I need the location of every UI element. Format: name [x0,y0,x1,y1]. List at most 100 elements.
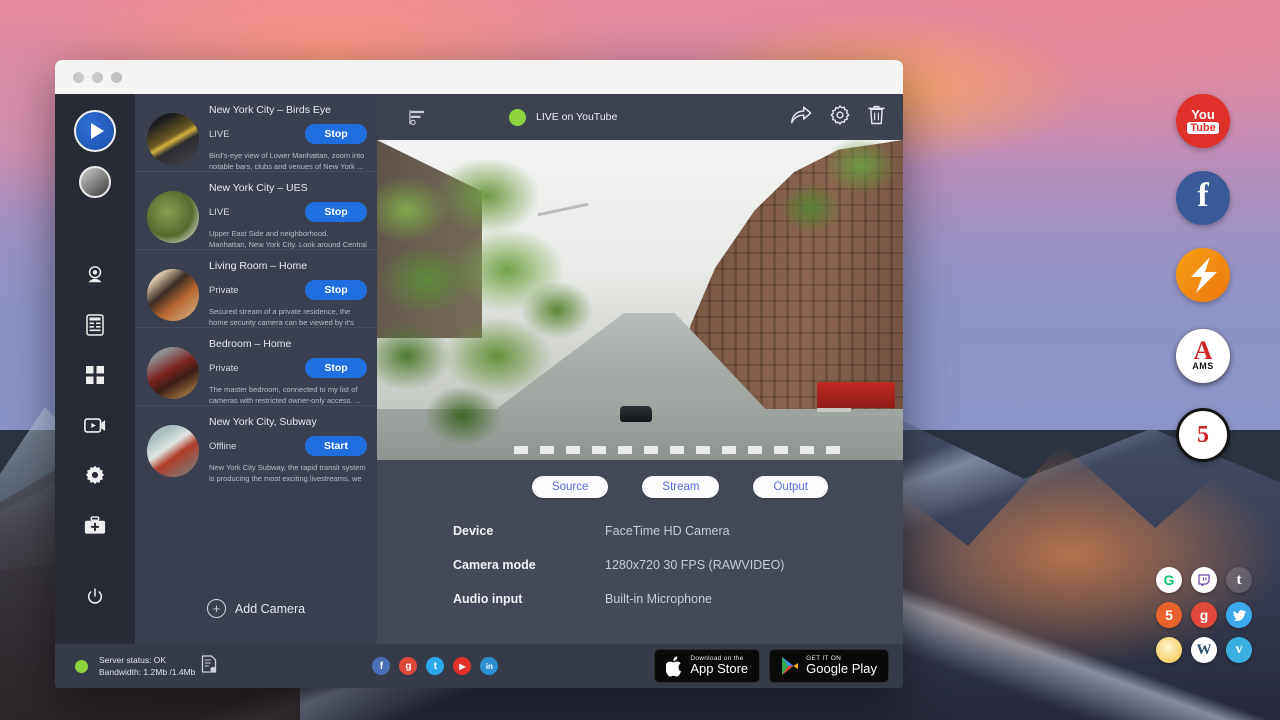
shutterstock-glyph: 5 [1165,607,1173,623]
camera-list-item[interactable]: Bedroom – Home Private Stop The master b… [135,328,377,406]
info-value[interactable]: Built-in Microphone [605,592,712,606]
live-status-label: LIVE on YouTube [536,111,617,123]
video-trees-right [781,140,901,290]
delete-button[interactable] [868,105,885,130]
desktop-icon-bolt-alt[interactable] [1176,248,1230,302]
camera-title: New York City – UES [209,182,367,194]
desktop-icon-grammarly[interactable]: G [1156,567,1182,593]
camera-status: LIVE [209,129,230,140]
google-play-badge[interactable]: GET IT ON Google Play [769,649,889,682]
share-button[interactable] [790,105,812,129]
user-avatar[interactable] [79,166,111,198]
sidebar-item-settings[interactable] [69,450,121,500]
log-button[interactable] [201,655,217,678]
app-store-label: App Store [690,662,748,676]
gear-icon [85,465,105,485]
play-triangle-icon [781,656,799,676]
desktop-icon-youtube[interactable]: You Tube [1176,94,1230,148]
camera-thumbnail [147,347,199,399]
window-minimize-button[interactable] [92,72,103,83]
app-logo[interactable] [74,110,116,152]
grid-icon [85,365,105,385]
linkedin-glyph: in [486,662,493,671]
video-trees-left [377,160,617,450]
camera-action-button[interactable]: Stop [305,202,367,222]
twitter-glyph: t [434,661,437,672]
youtube-bottom-text: Tube [1187,122,1218,134]
sidebar-item-dashboard[interactable] [69,350,121,400]
grammarly-glyph: G [1164,572,1175,588]
camera-list-item[interactable]: Living Room – Home Private Stop Secured … [135,250,377,328]
camera-list-panel: New York City – Birds Eye LIVE Stop Bird… [135,94,377,644]
sidebar-rail [55,94,135,644]
social-youtube[interactable]: ▶ [453,657,471,675]
tab-output[interactable]: Output [753,476,828,498]
info-row-device: Device FaceTime HD Camera [453,524,903,538]
tumblr-glyph: t [1237,572,1242,589]
window-close-button[interactable] [73,72,84,83]
camera-status: LIVE [209,207,230,218]
desktop-icon-google-plus[interactable]: g [1191,602,1217,628]
camera-list-item[interactable]: New York City, Subway Offline Start New … [135,406,377,484]
sidebar-item-tools[interactable] [69,500,121,550]
adobe-letter: A [1194,341,1213,361]
add-camera-label: Add Camera [235,602,305,616]
info-value[interactable]: 1280x720 30 FPS (RAWVIDEO) [605,558,784,572]
info-value[interactable]: FaceTime HD Camera [605,524,730,538]
desktop-icon-twitter[interactable] [1226,602,1252,628]
social-twitter[interactable]: t [426,657,444,675]
tab-stream[interactable]: Stream [642,476,719,498]
app-window: New York City – Birds Eye LIVE Stop Bird… [55,60,903,688]
settings-button[interactable] [830,105,850,130]
google-plus-glyph: g [1200,607,1209,623]
twitter-bird-icon [1233,610,1246,621]
camera-description: Upper East Side and neighborhood. Manhat… [209,229,367,251]
info-label: Camera mode [453,558,605,572]
desktop-icon-shutterstock[interactable]: 5 [1156,602,1182,628]
desktop-icon-facebook[interactable]: f [1176,171,1230,225]
sidebar-item-power[interactable] [69,572,121,622]
social-links: f g t ▶ in [372,657,498,675]
desktop-icon-tumblr[interactable]: t [1226,567,1252,593]
server-status-dot [75,660,88,673]
camera-thumbnail [147,191,199,243]
app-store-badge[interactable]: Download on the App Store [654,649,760,682]
camera-status: Offline [209,441,236,452]
camera-list-item[interactable]: New York City – UES LIVE Stop Upper East… [135,172,377,250]
camera-description: Bird's-eye view of Lower Manhattan, zoom… [209,151,367,173]
desktop-icon-vimeo[interactable]: v [1226,637,1252,663]
camera-description: The master bedroom, connected to my list… [209,385,367,407]
social-google-plus[interactable]: g [399,657,417,675]
info-row-audio-input: Audio input Built-in Microphone [453,592,903,606]
desktop-icon-twitch[interactable] [1191,567,1217,593]
video-preview[interactable] [377,140,903,460]
camera-thumbnail [147,425,199,477]
camera-action-button[interactable]: Stop [305,358,367,378]
camera-action-button[interactable]: Stop [305,280,367,300]
window-maximize-button[interactable] [111,72,122,83]
desktop-icon-wordpress[interactable]: W [1191,637,1217,663]
twitch-icon [1198,574,1210,586]
camera-list-item[interactable]: New York City – Birds Eye LIVE Stop Bird… [135,94,377,172]
tab-source[interactable]: Source [532,476,608,498]
google-plus-glyph: g [405,661,411,672]
main-panel: LIVE on YouTube [377,94,903,644]
add-camera-button[interactable]: + Add Camera [135,575,377,644]
camera-action-button[interactable]: Start [305,436,367,456]
social-facebook[interactable]: f [372,657,390,675]
camera-title: Bedroom – Home [209,338,367,350]
camera-thumbnail [147,269,199,321]
social-linkedin[interactable]: in [480,657,498,675]
sidebar-item-cameras[interactable] [69,250,121,300]
window-titlebar[interactable] [55,60,903,94]
sidebar-item-devices[interactable] [69,300,121,350]
camera-title: Living Room – Home [209,260,367,272]
sidebar-item-recordings[interactable] [69,400,121,450]
camera-action-button[interactable]: Stop [305,124,367,144]
levels-button[interactable] [377,109,457,126]
desktop-icon-channel-five[interactable]: 5 [1176,408,1230,462]
desktop-icon-flickr[interactable] [1156,637,1182,663]
desktop-icon-adobe-ams[interactable]: A AMS [1176,329,1230,383]
camera-thumbnail [147,113,199,165]
camera-title: New York City – Birds Eye [209,104,367,116]
